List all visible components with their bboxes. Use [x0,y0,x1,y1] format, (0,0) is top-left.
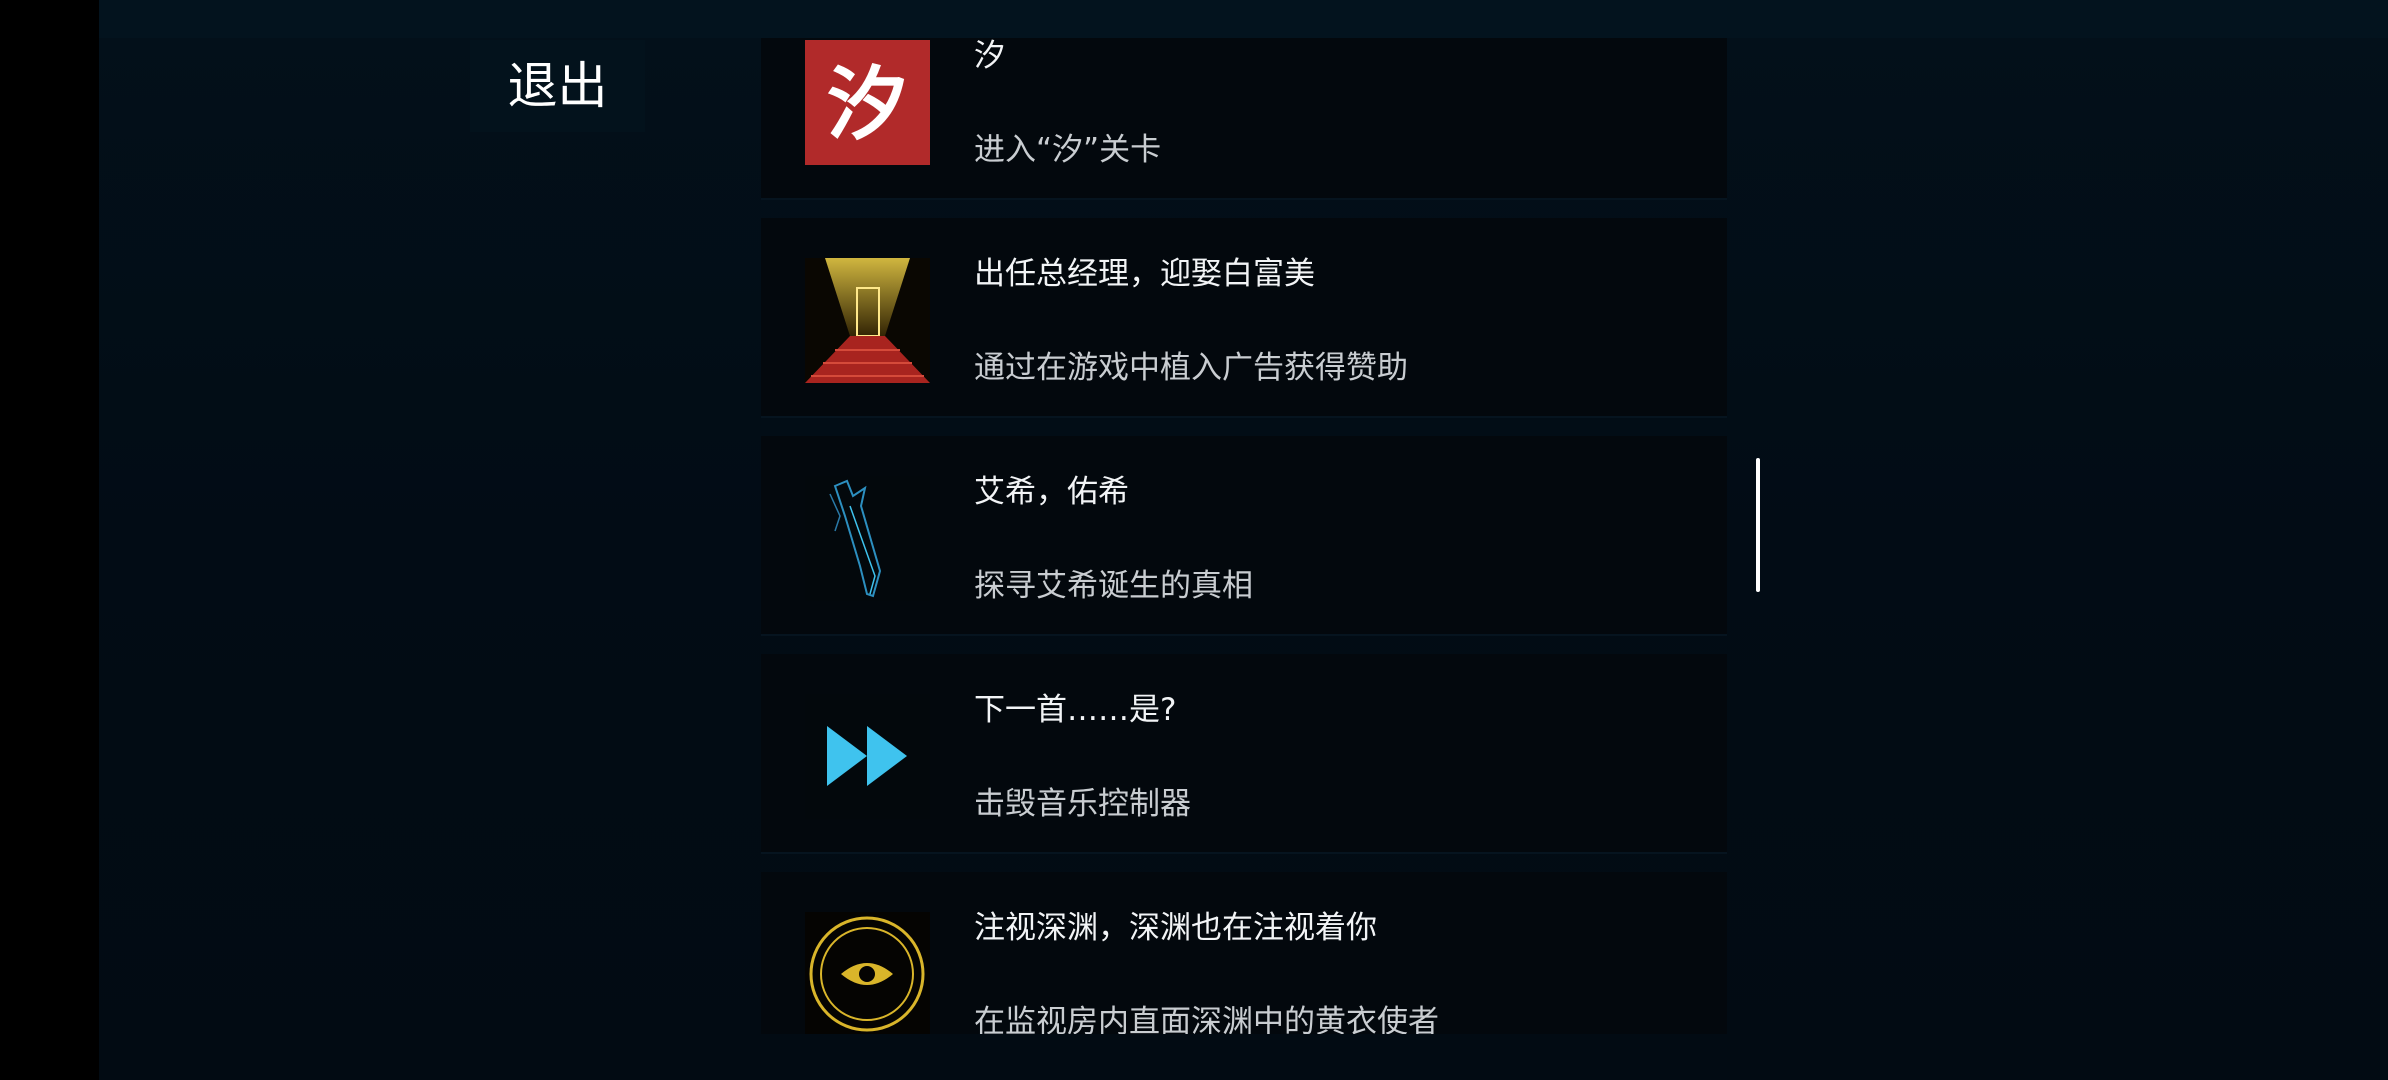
achievement-card[interactable]: 出任总经理，迎娶白富美 通过在游戏中植入广告获得赞助 [761,218,1727,418]
achievement-card[interactable]: 艾希，佑希 探寻艾希诞生的真相 [761,436,1727,636]
achievement-title: 艾希，佑希 [974,474,1129,510]
exit-button[interactable]: 退出 [470,40,645,132]
achievement-list[interactable]: 汐 汐 进入“汐”关卡 出任总经理，迎娶白富美 通过在游戏中植入广告获得赞助 艾… [761,38,1727,1034]
achievement-title: 注视深渊，深渊也在注视着你 [974,910,1377,946]
xi-glyph: 汐 [827,57,907,151]
sword-icon [805,476,930,601]
achievement-title: 汐 [974,38,1005,74]
top-strip [99,0,2388,38]
achievement-card[interactable]: 注视深渊，深渊也在注视着你 在监视房内直面深渊中的黄衣使者 [761,872,1727,1034]
achievement-title: 下一首……是? [974,692,1177,728]
left-edge-bar [0,0,99,1080]
eye-seal-icon [805,912,930,1034]
fast-forward-icon [805,694,930,819]
achievement-description: 击毁音乐控制器 [974,786,1191,822]
red-carpet-door-icon [805,258,930,383]
xi-character-icon: 汐 [805,40,930,165]
achievement-card[interactable]: 下一首……是? 击毁音乐控制器 [761,654,1727,854]
achievement-description: 在监视房内直面深渊中的黄衣使者 [974,1004,1439,1034]
screen: 退出 汐 汐 进入“汐”关卡 出任总经理，迎娶白富美 通过在游戏中植入广告获得赞… [0,0,2388,1080]
achievement-card[interactable]: 汐 汐 进入“汐”关卡 [761,38,1727,200]
achievement-description: 通过在游戏中植入广告获得赞助 [974,350,1408,386]
achievement-description: 进入“汐”关卡 [974,132,1162,168]
achievement-title: 出任总经理，迎娶白富美 [974,256,1315,292]
achievement-description: 探寻艾希诞生的真相 [974,568,1253,604]
scrollbar[interactable] [1756,458,1760,592]
